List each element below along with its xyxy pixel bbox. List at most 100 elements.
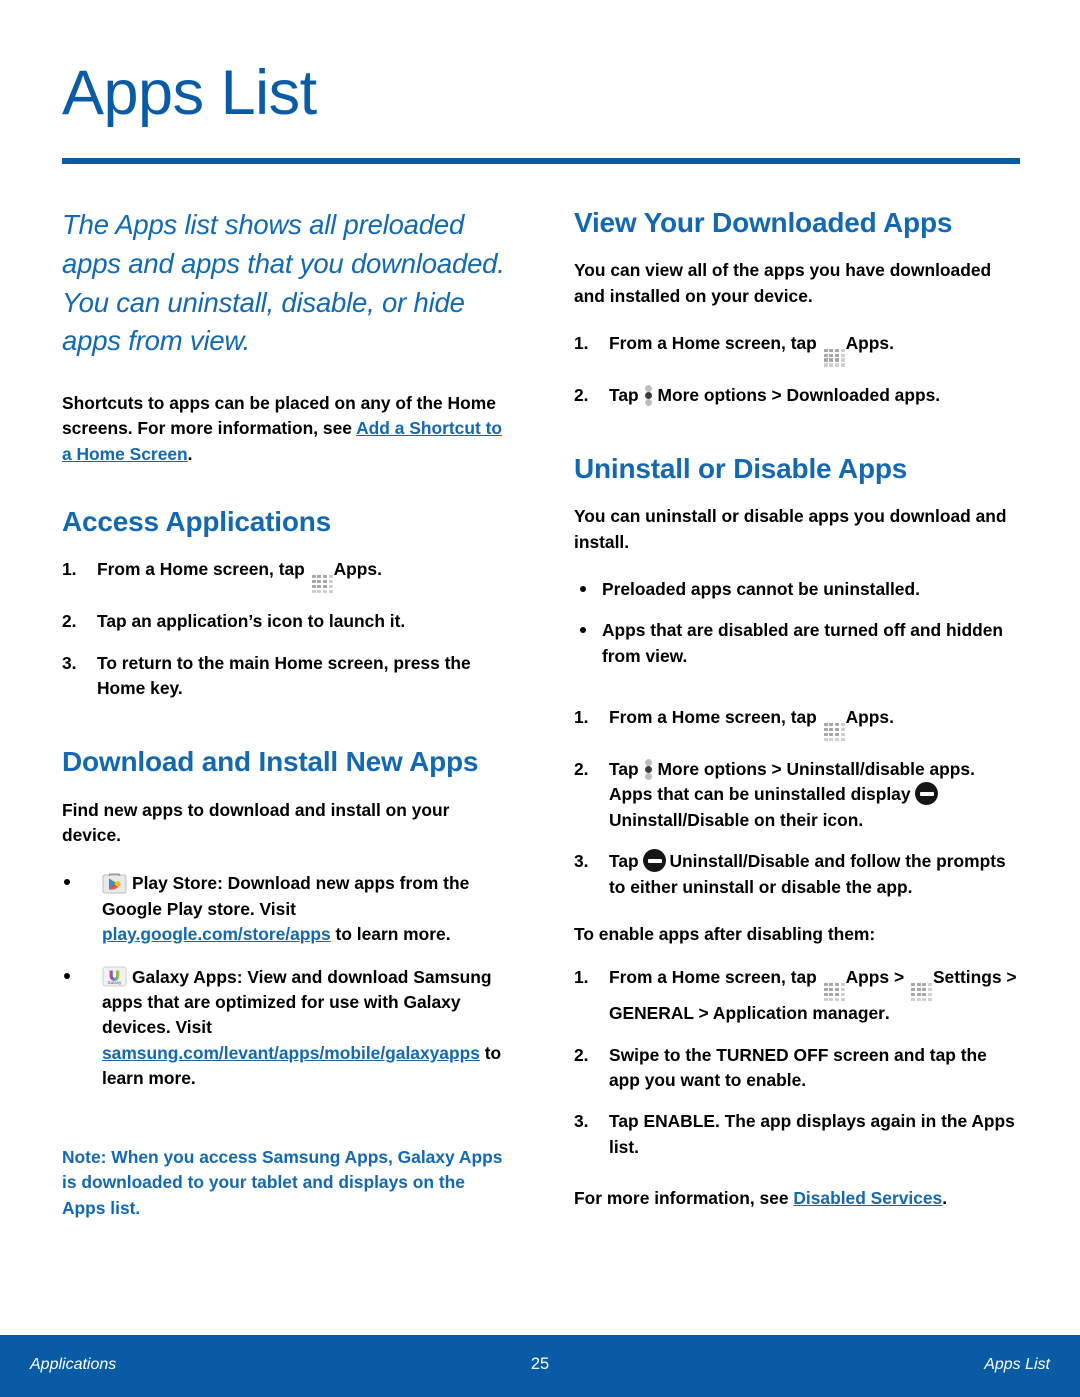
link-samsung-galaxyapps[interactable]: samsung.com/levant/apps/mobile/galaxyapp… — [102, 1043, 480, 1063]
step-text-end: key. — [145, 677, 183, 698]
step-number: 3. — [62, 652, 77, 673]
bullet-dot — [64, 879, 70, 886]
left-column: The Apps list shows all preloaded apps a… — [62, 206, 510, 1239]
step-text: From a Home screen, tap — [609, 332, 822, 353]
step-text: Tap — [609, 384, 644, 405]
page-header: Apps List — [62, 62, 1020, 164]
step-bold-apps: Apps — [845, 707, 890, 728]
step-text-end: . — [935, 384, 941, 405]
step-item: 2. Swipe to the TURNED OFF screen and tap… — [574, 1043, 1022, 1094]
enable-apps-steps: 1. From a Home screen, tap Apps > Setting… — [574, 965, 1022, 1160]
step-text: Tap — [609, 758, 644, 779]
more-options-icon — [645, 758, 654, 780]
step-number: 1. — [574, 707, 589, 728]
step-text: Tap an application’s icon to launch it. — [97, 611, 406, 632]
step-text-end: on their icon. — [749, 809, 864, 830]
more-information-paragraph: For more information, see Disabled Servi… — [574, 1186, 1022, 1211]
apps-grid-icon — [823, 983, 845, 1002]
intro-text-end: . — [187, 443, 193, 464]
bullet-text: Apps that are disabled are turned off an… — [602, 620, 1003, 666]
step-text: Tap — [609, 1111, 644, 1132]
step-bold-more-options-uninstall: More options > Uninstall/disable apps — [657, 758, 971, 779]
step-bold-enable: ENABLE — [643, 1111, 715, 1132]
bullet-text: Preloaded apps cannot be uninstalled. — [602, 579, 920, 600]
enable-apps-intro: To enable apps after disabling them: — [574, 924, 876, 944]
play-store-icon — [102, 870, 127, 895]
step-item: 2. Tap More options > Downloaded apps. — [574, 383, 1022, 408]
bullet-disabled-apps: Apps that are disabled are turned off an… — [574, 618, 1022, 669]
step-bold-home: Home — [97, 677, 146, 698]
step-item: 1. From a Home screen, tap Apps. — [574, 331, 1022, 367]
step-item: 2. Tap an application’s icon to launch it… — [62, 609, 510, 634]
step-number: 1. — [62, 559, 77, 580]
step-bold-apps: Apps — [845, 967, 890, 988]
bullet-text-end: to learn more. — [330, 924, 451, 945]
view-downloaded-steps: 1. From a Home screen, tap Apps. 2. Tap Mo… — [574, 331, 1022, 408]
step-text-end: . — [884, 1003, 890, 1024]
more-info-text: For more information, see — [574, 1188, 794, 1209]
step-text-end: . — [377, 559, 382, 580]
uninstall-steps: 1. From a Home screen, tap Apps. 2. Tap Mo… — [574, 705, 1022, 900]
right-column: View Your Downloaded Apps You can view a… — [574, 206, 1022, 1212]
step-bold-uninstall-disable: Uninstall/Disable — [669, 851, 810, 872]
step-bold-more-options: More options > Downloaded apps — [657, 384, 936, 405]
step-number: 1. — [574, 967, 589, 988]
uninstall-intro: You can uninstall or disable apps you do… — [574, 506, 1007, 552]
heading-access-applications: Access Applications — [62, 506, 332, 538]
bullet-play-store: Play Store: Download new apps from the G… — [62, 870, 510, 947]
more-info-text-end: . — [942, 1188, 948, 1209]
link-play-google-store[interactable]: play.google.com/store/apps — [102, 924, 331, 944]
bullet-dot — [580, 586, 586, 593]
step-number: 3. — [574, 1111, 589, 1132]
step-number: 2. — [574, 1044, 589, 1065]
apps-grid-icon — [823, 722, 845, 741]
link-disabled-services[interactable]: Disabled Services — [793, 1188, 942, 1208]
step-number: 2. — [574, 384, 589, 405]
step-text-end: . — [889, 707, 894, 728]
note-text: : When you access Samsung Apps, Galaxy A… — [62, 1146, 503, 1218]
svg-text:Galaxy: Galaxy — [108, 980, 122, 985]
title-divider — [62, 158, 1020, 164]
footer-page-number: 25 — [530, 1355, 550, 1373]
more-options-icon — [645, 384, 654, 406]
document-page: Apps List The Apps list shows all preloa… — [0, 0, 1080, 1397]
bullet-dot — [580, 627, 586, 634]
step-separator: > — [889, 967, 909, 988]
bullet-bold-galaxy-apps: Galaxy Apps — [132, 966, 237, 987]
step-text: From a Home screen, tap — [97, 559, 310, 580]
step-text: Tap — [609, 851, 644, 872]
step-number: 2. — [574, 758, 589, 779]
step-number: 1. — [574, 332, 589, 353]
step-number: 2. — [62, 611, 77, 632]
step-item: 3. Tap ENABLE. The app displays again in … — [574, 1109, 1022, 1160]
heading-view-your-downloaded-apps: View Your Downloaded Apps — [574, 207, 953, 238]
step-text: Swipe to the TURNED OFF screen and tap t… — [609, 1044, 987, 1090]
note-label: Note — [62, 1146, 101, 1167]
step-item: 1. From a Home screen, tap Apps. — [574, 705, 1022, 741]
step-text: To return to the main Home screen, press… — [97, 652, 471, 673]
uninstall-disable-icon — [643, 849, 667, 873]
step-bold-apps: Apps — [845, 332, 890, 353]
page-footer: Applications 25 Apps List — [0, 1335, 1080, 1397]
step-number: 3. — [574, 851, 589, 872]
step-item: 1. From a Home screen, tap Apps > Setting… — [574, 965, 1022, 1026]
footer-topic-label: Apps List — [984, 1356, 1050, 1373]
note-block: Note: When you access Samsung Apps, Gala… — [62, 1145, 510, 1221]
step-text: From a Home screen, tap — [609, 967, 822, 988]
bullet-bold-play-store: Play Store — [132, 873, 218, 894]
view-downloaded-intro: You can view all of the apps you have do… — [574, 260, 992, 306]
step-item: 3. Tap Uninstall/Disable and follow the p… — [574, 849, 1022, 900]
apps-grid-icon — [311, 575, 333, 594]
galaxy-apps-icon: Galaxy — [102, 964, 127, 989]
page-title: Apps List — [62, 58, 317, 128]
step-bold-uninstall-disable: Uninstall/Disable — [609, 809, 750, 830]
step-text: From a Home screen, tap — [609, 707, 822, 728]
settings-grid-icon — [910, 983, 932, 1002]
step-bold-apps: Apps — [333, 559, 378, 580]
step-item: 1. From a Home screen, tap Apps. — [62, 557, 510, 594]
bullet-galaxy-apps: Galaxy Galaxy Apps: View and download Sa… — [62, 964, 510, 1092]
lead-paragraph: The Apps list shows all preloaded apps a… — [62, 209, 505, 357]
heading-download-install-new-apps: Download and Install New Apps — [62, 746, 479, 778]
apps-grid-icon — [823, 348, 845, 367]
access-applications-steps: 1. From a Home screen, tap Apps. 2. Tap an… — [62, 557, 510, 701]
